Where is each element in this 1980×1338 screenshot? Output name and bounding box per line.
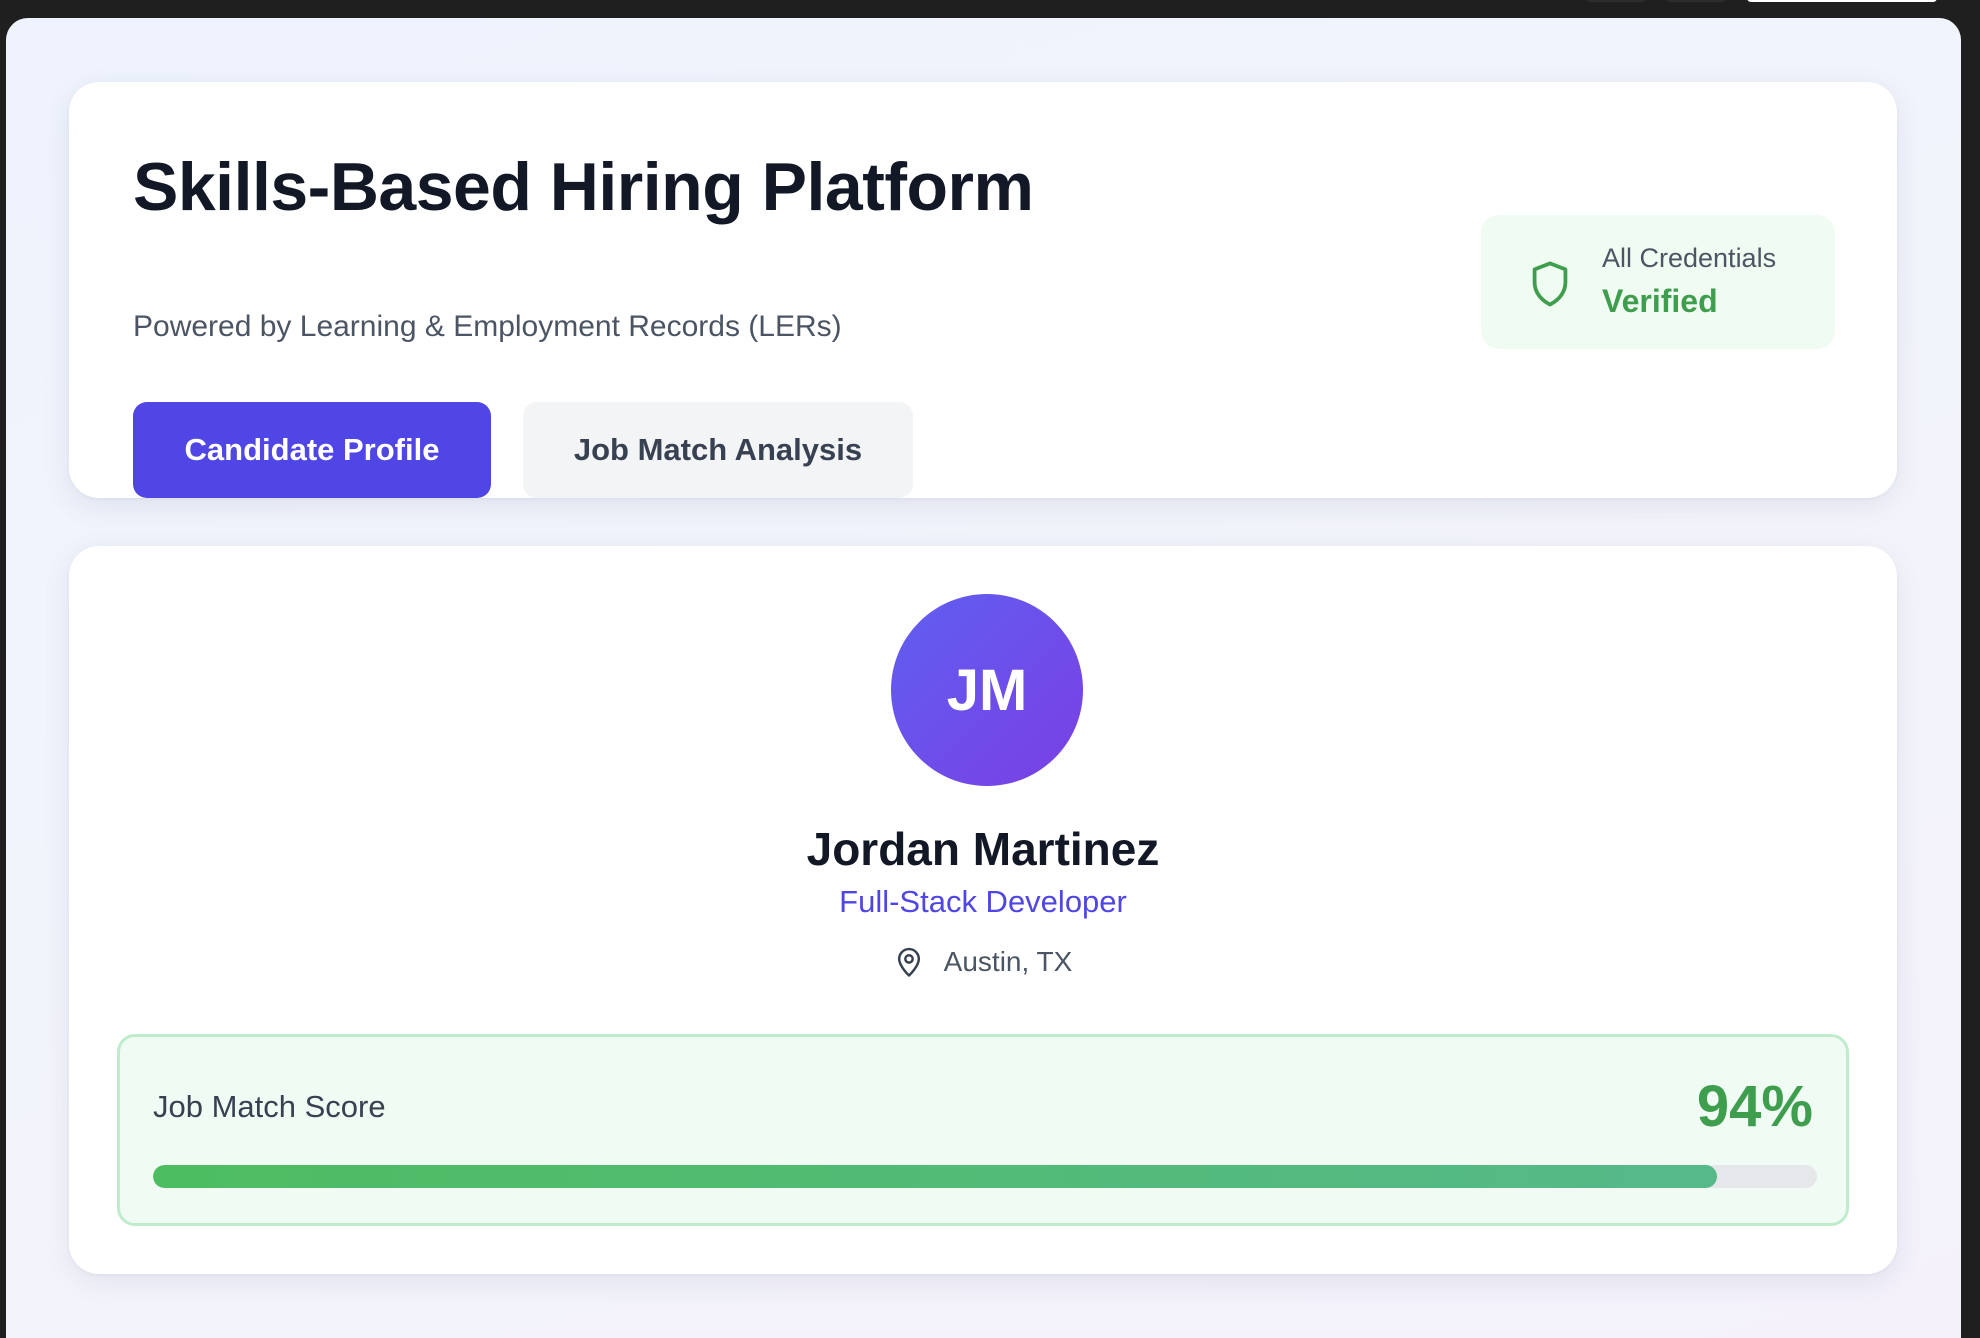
toolbar-control[interactable] (1586, 0, 1646, 2)
candidate-location: Austin, TX (69, 946, 1897, 978)
score-value: 94% (1696, 1074, 1813, 1139)
toolbar-control[interactable] (1747, 0, 1937, 2)
candidate-role: Full-Stack Developer (839, 884, 1127, 919)
credentials-status: Verified (1602, 283, 1718, 319)
page-title: Skills-Based Hiring Platform (133, 149, 1034, 225)
page-subtitle: Powered by Learning & Employment Records… (133, 310, 842, 343)
app-window: Skills-Based Hiring Platform Powered by … (6, 18, 1961, 1338)
location-text: Austin, TX (943, 946, 1073, 977)
score-progress-track (153, 1165, 1817, 1188)
shield-icon (1532, 261, 1568, 307)
tab-job-match-analysis[interactable]: Job Match Analysis (523, 402, 913, 498)
candidate-name: Jordan Martinez (806, 823, 1160, 875)
toolbar-control[interactable] (1666, 0, 1726, 2)
score-progress-fill (153, 1165, 1718, 1188)
map-pin-icon (897, 947, 920, 977)
credentials-verified-badge: All Credentials Verified (1481, 215, 1835, 349)
header-card: Skills-Based Hiring Platform Powered by … (69, 82, 1897, 498)
credentials-label: All Credentials (1602, 243, 1777, 273)
job-match-score-panel: Job Match Score 94% (117, 1034, 1849, 1226)
score-label: Job Match Score (153, 1089, 386, 1124)
avatar: JM (891, 594, 1083, 786)
tab-candidate-profile[interactable]: Candidate Profile (133, 402, 491, 498)
candidate-profile-card: JM Jordan Martinez Full-Stack Developer … (69, 546, 1897, 1274)
